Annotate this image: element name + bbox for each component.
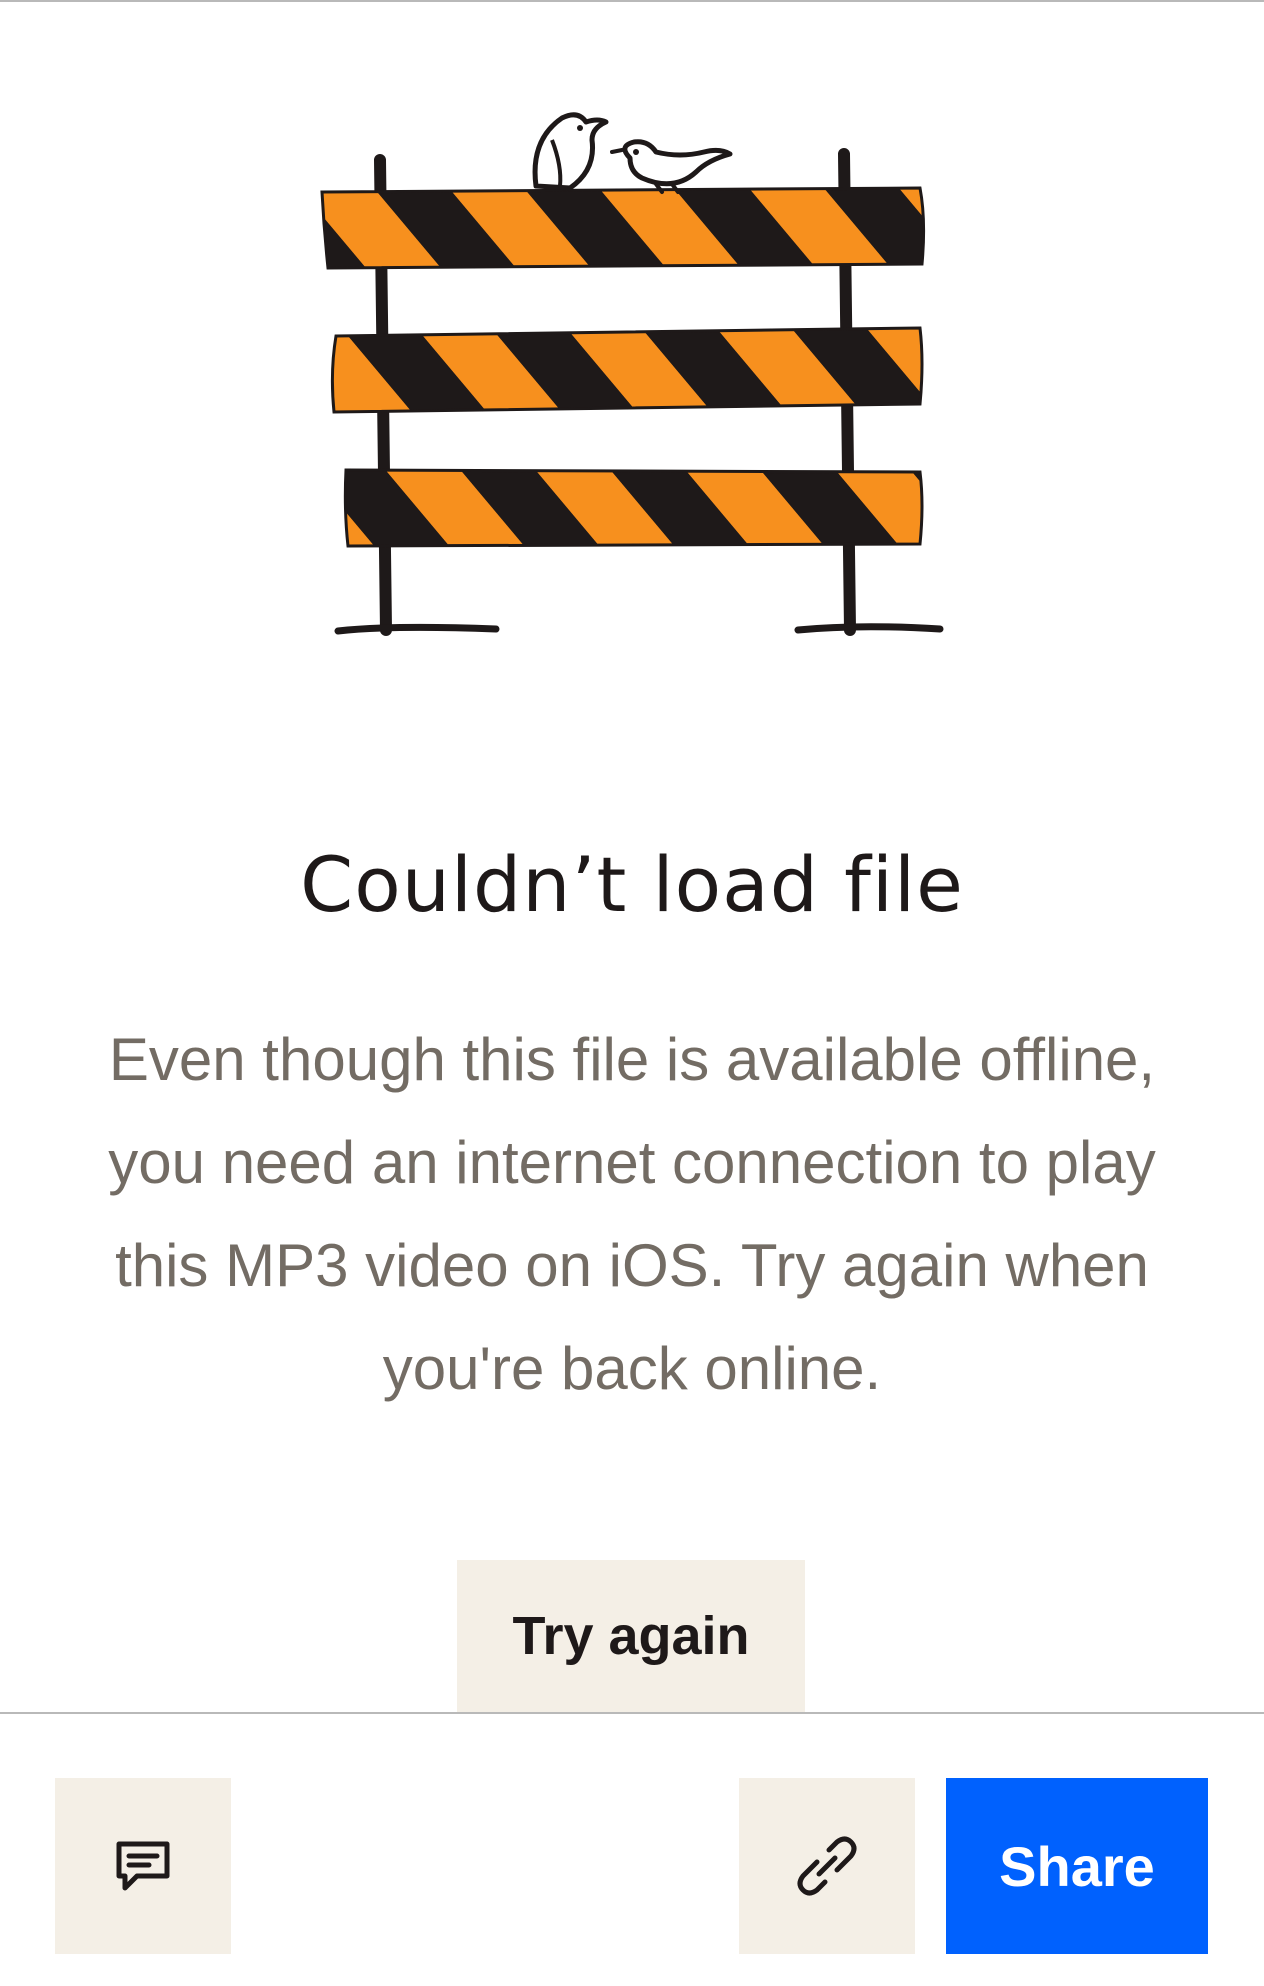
barricade-illustration xyxy=(320,112,944,636)
share-button[interactable]: Share xyxy=(946,1778,1208,1954)
error-title: Couldn’t load file xyxy=(300,840,964,929)
top-divider xyxy=(0,0,1264,2)
bird-icon xyxy=(532,112,609,191)
link-icon xyxy=(797,1836,857,1896)
bird-icon xyxy=(610,139,733,194)
error-message: Even though this file is available offli… xyxy=(108,1026,1156,1402)
try-again-button[interactable]: Try again xyxy=(457,1560,805,1712)
bottom-toolbar: Share xyxy=(0,1712,1264,1986)
comment-icon xyxy=(116,1841,170,1891)
barricade-board-top xyxy=(320,186,926,270)
comment-button[interactable] xyxy=(55,1778,231,1954)
barricade-board-middle xyxy=(330,326,924,414)
copy-link-button[interactable] xyxy=(739,1778,915,1954)
barricade-board-bottom xyxy=(343,468,924,548)
